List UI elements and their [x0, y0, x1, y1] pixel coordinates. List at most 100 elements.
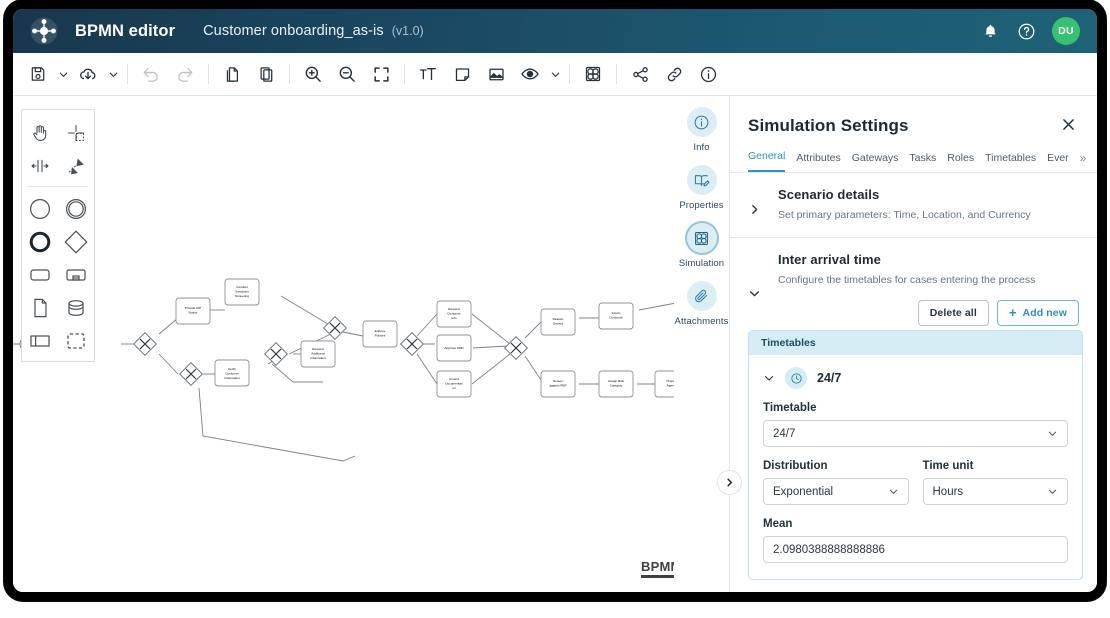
distribution-select[interactable]: Exponential: [763, 478, 909, 506]
simulation-icon[interactable]: [576, 59, 610, 89]
tab-roles[interactable]: Roles: [947, 152, 974, 172]
palette-divider: [28, 186, 88, 187]
zoom-out-icon[interactable]: [330, 59, 364, 89]
toolbar-divider: [208, 64, 209, 84]
app-header: BPMN editor Customer onboarding_as-is (v…: [13, 9, 1097, 53]
bpmn-logo-icon[interactable]: [13, 17, 75, 45]
svg-text:Request: Request: [448, 307, 460, 311]
svg-text:Policies: Policies: [375, 333, 386, 337]
right-icon-rail: Info Properties Simulation Attachments: [674, 96, 730, 592]
sidebar-item-attachments[interactable]: Attachments: [674, 281, 730, 327]
participant-icon[interactable]: [22, 324, 58, 357]
time-unit-select[interactable]: Hours: [922, 478, 1068, 506]
text-format-icon[interactable]: [411, 59, 445, 89]
distribution-field-label: Distribution: [763, 460, 828, 473]
copy-icon[interactable]: [215, 59, 249, 89]
plus-icon: +: [1008, 305, 1017, 321]
zoom-in-icon[interactable]: [296, 59, 330, 89]
sticky-note-icon[interactable]: [445, 59, 479, 89]
download-cloud-icon[interactable]: [71, 59, 105, 89]
avatar[interactable]: DU: [1052, 17, 1080, 45]
mean-field-label: Mean: [763, 518, 793, 531]
close-icon[interactable]: [1060, 116, 1077, 133]
svg-text:Assign Risk: Assign Risk: [608, 379, 625, 383]
save-icon[interactable]: [21, 59, 55, 89]
toolbar-divider: [569, 64, 570, 84]
redo-icon[interactable]: [168, 59, 202, 89]
undo-icon[interactable]: [134, 59, 168, 89]
distribution-select-value: Exponential: [773, 485, 834, 498]
tabs-overflow-icon[interactable]: »: [1080, 151, 1087, 172]
task-icon[interactable]: [22, 258, 58, 291]
end-event-icon[interactable]: [22, 225, 58, 258]
chevron-down-icon[interactable]: [763, 372, 775, 384]
sidebar-item-simulation[interactable]: Simulation: [674, 223, 730, 269]
tab-gateways[interactable]: Gateways: [852, 152, 899, 172]
svg-text:Verify: Verify: [228, 367, 236, 371]
hand-tool-icon[interactable]: [22, 116, 58, 149]
tab-tasks[interactable]: Tasks: [909, 152, 936, 172]
data-store-icon[interactable]: [58, 291, 94, 324]
tab-timetables[interactable]: Timetables: [985, 152, 1036, 172]
visibility-chevron-down-icon[interactable]: [547, 59, 563, 89]
help-circle-icon[interactable]: [1016, 21, 1036, 41]
svg-text:Info: Info: [451, 316, 456, 320]
space-tool-icon[interactable]: [22, 149, 58, 182]
connect-tool-icon[interactable]: [58, 149, 94, 182]
delete-all-button[interactable]: Delete all: [917, 300, 989, 327]
svg-text:Screen: Screen: [553, 379, 563, 383]
data-object-icon[interactable]: [22, 291, 58, 324]
timetable-card-header: Timetables: [749, 331, 1082, 356]
bpmn-canvas[interactable]: GatherDocumentation Provide CIPNotice Co…: [13, 96, 730, 592]
chevron-down-icon: [1047, 486, 1058, 497]
info-circle-icon[interactable]: [691, 59, 725, 89]
mean-input[interactable]: 2.0980388888888886: [763, 536, 1068, 564]
tab-events[interactable]: Ever: [1047, 152, 1069, 172]
sidebar-item-info[interactable]: Info: [674, 107, 730, 153]
bpmn-palette[interactable]: [21, 109, 95, 362]
tab-general[interactable]: General: [748, 150, 786, 172]
save-chevron-down-icon[interactable]: [55, 59, 71, 89]
sidebar-item-label: Properties: [679, 200, 724, 211]
intermediate-event-icon[interactable]: [58, 192, 94, 225]
section-subtitle: Configure the timetables for cases enter…: [778, 274, 1036, 287]
toolbar-divider: [616, 64, 617, 84]
toolbar-divider: [404, 64, 405, 84]
paste-icon[interactable]: [249, 59, 283, 89]
time-unit-select-value: Hours: [932, 485, 964, 498]
link-icon[interactable]: [657, 59, 691, 89]
bpmn-diagram[interactable]: GatherDocumentation Provide CIPNotice Co…: [13, 96, 730, 592]
svg-text:Enforce: Enforce: [375, 329, 386, 333]
svg-text:Customer: Customer: [447, 311, 460, 315]
download-chevron-down-icon[interactable]: [105, 59, 121, 89]
subprocess-icon[interactable]: [58, 258, 94, 291]
timetable-select[interactable]: 24/7: [763, 420, 1068, 448]
add-new-button[interactable]: + Add new: [996, 300, 1079, 327]
section-title: Scenario details: [778, 187, 880, 202]
timetable-field-label: Timetable: [763, 402, 817, 415]
toolbar-divider: [127, 64, 128, 84]
panel-collapse-handle[interactable]: [717, 470, 742, 495]
notification-bell-icon[interactable]: [980, 21, 1000, 41]
chevron-down-icon[interactable]: [748, 252, 778, 326]
start-event-icon[interactable]: [22, 192, 58, 225]
group-icon[interactable]: [58, 324, 94, 357]
fit-screen-icon[interactable]: [364, 59, 398, 89]
section-inter-arrival-time[interactable]: Inter arrival time Configure the timetab…: [730, 238, 1097, 330]
svg-text:Customer: Customer: [609, 315, 622, 319]
paperclip-icon: [686, 281, 717, 311]
section-subtitle: Set primary parameters: Time, Location, …: [778, 209, 1031, 221]
lasso-tool-icon[interactable]: [58, 116, 94, 149]
visibility-eye-icon[interactable]: [513, 59, 547, 89]
document-title[interactable]: Customer onboarding_as-is: [203, 23, 384, 39]
document-version: (v1.0): [391, 24, 424, 38]
svg-text:Approve CDD: Approve CDD: [444, 346, 464, 350]
chevron-right-icon[interactable]: [748, 187, 778, 223]
properties-book-icon: [686, 165, 717, 195]
tab-attributes[interactable]: Attributes: [796, 152, 840, 172]
section-scenario-details[interactable]: Scenario details Set primary parameters:…: [730, 173, 1097, 239]
share-icon[interactable]: [623, 59, 657, 89]
sidebar-item-properties[interactable]: Properties: [674, 165, 730, 211]
gateway-icon[interactable]: [58, 225, 94, 258]
image-icon[interactable]: [479, 59, 513, 89]
